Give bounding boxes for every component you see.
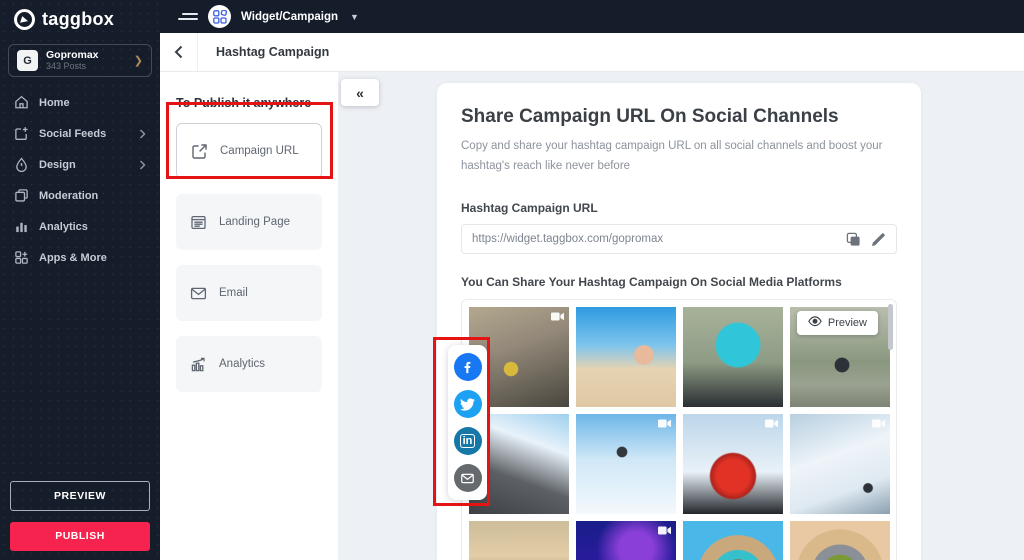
photo-tile-teal-helmet[interactable] [683,307,783,407]
topbar: Widget/Campaign ▼ [160,0,1024,33]
droplet-icon [14,157,29,172]
account-selector[interactable]: G Gopromax 343 Posts ❯ [8,44,152,77]
email-envelope-icon [460,471,475,486]
account-posts-count: 343 Posts [46,61,126,71]
chevron-right-icon: ❯ [134,54,143,67]
video-icon [658,419,671,428]
photo-tile-sunset-biker[interactable] [469,521,569,560]
share-twitter-button[interactable] [454,390,482,418]
photo-tile-ski-slope[interactable] [790,414,890,514]
back-button[interactable] [160,33,198,71]
photo-tile-red-jacket[interactable] [683,414,783,514]
widget-icon[interactable] [208,5,231,28]
photo-tile-tiny-planet-green[interactable] [790,521,890,560]
publish-panel: To Publish it anywhere Campaign URL Land… [160,72,338,560]
home-icon [14,95,29,110]
sidebar-item-analytics[interactable]: Analytics [0,211,160,242]
widget-campaign-selector[interactable]: Widget/Campaign [241,11,338,23]
section-heading: Share Campaign URL On Social Channels [461,106,897,128]
share-facebook-button[interactable] [454,353,482,381]
publish-option-email[interactable]: Email [176,265,322,321]
analytics-chart-icon [190,356,207,373]
sidebar-item-design[interactable]: Design [0,149,160,180]
gallery-scrollbar[interactable] [888,304,893,350]
sidebar-item-social-feeds[interactable]: Social Feeds [0,118,160,149]
chevron-right-icon [139,129,146,139]
main-content-card: Share Campaign URL On Social Channels Co… [437,83,921,560]
linkedin-icon: in [460,434,476,448]
video-icon [765,419,778,428]
url-field-label: Hashtag Campaign URL [461,201,897,215]
publish-option-landing-page[interactable]: Landing Page [176,194,322,250]
landing-page-icon [190,214,207,231]
copy-icon[interactable] [846,232,861,247]
sidebar-item-moderation[interactable]: Moderation [0,180,160,211]
sidebar-item-home[interactable]: Home [0,87,160,118]
chevron-right-icon [139,160,146,170]
brand-logo[interactable]: taggbox [0,0,160,33]
edit-pencil-icon[interactable] [871,232,886,247]
envelope-icon [190,285,207,302]
share-linkedin-button[interactable]: in [454,427,482,455]
gallery-preview-button[interactable]: Preview [797,311,878,335]
sidebar-nav: Home Social Feeds Design Moderation [0,87,160,273]
page-title: Hashtag Campaign [216,45,329,59]
collapse-panel-button[interactable]: « [341,79,379,106]
taggbox-logo-icon [14,9,35,30]
photo-tile-tiny-planet-teal[interactable] [683,521,783,560]
publish-panel-title: To Publish it anywhere [176,96,338,110]
hamburger-menu-icon[interactable] [178,10,198,23]
photo-tile-beach-surfer[interactable] [576,307,676,407]
publish-option-campaign-url[interactable]: Campaign URL [176,123,322,179]
publish-option-analytics[interactable]: Analytics [176,336,322,392]
eye-icon [808,316,822,330]
sidebar: taggbox G Gopromax 343 Posts ❯ Home Soci… [0,0,160,560]
video-icon [658,526,671,535]
facebook-icon [460,360,475,375]
page-header: Hashtag Campaign [160,33,1024,72]
layers-icon [14,188,29,203]
brand-name: taggbox [42,9,114,30]
social-share-rail: in [448,345,487,500]
feed-plus-icon [14,126,29,141]
photo-grid [469,307,889,560]
campaign-gallery-preview: Preview [461,299,897,560]
photo-tile-concert[interactable] [576,521,676,560]
account-name: Gopromax [46,49,126,61]
sidebar-item-apps-more[interactable]: Apps & More [0,242,160,273]
campaign-url-input[interactable] [472,233,836,245]
preview-button[interactable]: PREVIEW [10,481,150,511]
chevron-down-icon[interactable]: ▼ [350,12,359,22]
photo-tile-snowboarder[interactable] [576,414,676,514]
bar-chart-icon [14,219,29,234]
video-icon [551,312,564,321]
video-icon [872,419,885,428]
publish-button[interactable]: PUBLISH [10,522,150,551]
section-description: Copy and share your hashtag campaign URL… [461,137,903,176]
gallery-preview-label: Preview [828,317,867,329]
twitter-icon [460,397,475,412]
campaign-url-field [461,224,897,254]
share-platforms-label: You Can Share Your Hashtag Campaign On S… [461,275,897,289]
apps-grid-icon [14,250,29,265]
external-link-icon [191,143,208,160]
account-avatar: G [17,50,38,71]
share-email-button[interactable] [454,464,482,492]
